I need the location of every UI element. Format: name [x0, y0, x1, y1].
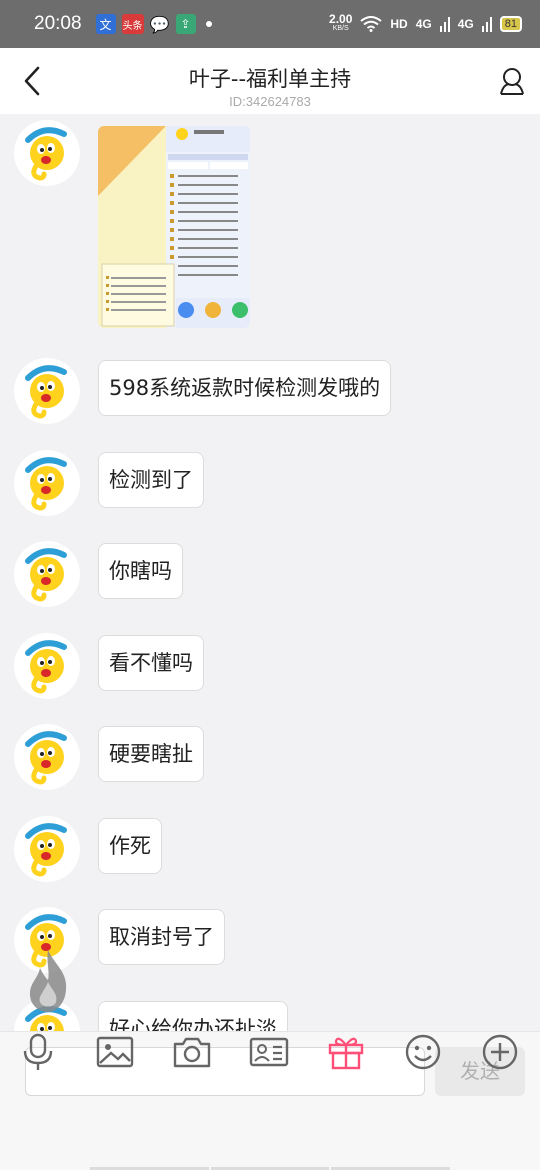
avatar[interactable] — [14, 633, 80, 699]
microphone-icon[interactable] — [18, 1032, 58, 1072]
avatar-cartoon-icon — [25, 823, 67, 877]
signal-bars-2-icon — [481, 17, 492, 32]
status-time: 20:08 — [34, 13, 82, 34]
user-profile-icon[interactable] — [498, 66, 526, 96]
avatar-cartoon-icon — [25, 548, 67, 602]
chat-header: 叶子--福利单主持 ID:342624783 — [0, 48, 540, 114]
avatar[interactable] — [14, 541, 80, 607]
avatar-cartoon-icon — [25, 365, 67, 419]
message-item: 硬要瞎扯 — [14, 724, 204, 790]
speed-unit: KB/S — [332, 25, 349, 32]
chat-user-id: ID:342624783 — [229, 94, 311, 109]
input-area: 发送 — [0, 1031, 540, 1170]
notification-app-icon: ⇪ — [175, 14, 196, 34]
avatar[interactable] — [14, 724, 80, 790]
message-item: 你瞎吗 — [14, 541, 183, 607]
emoji-icon[interactable] — [403, 1032, 443, 1072]
signal-1-label: 4G — [415, 17, 432, 31]
wifi-icon — [360, 16, 382, 32]
battery-indicator: 81 — [499, 16, 522, 32]
message-bubble[interactable]: 看不懂吗 — [98, 635, 204, 691]
contact-card-icon[interactable] — [249, 1032, 289, 1072]
network-speed: 2.00 KB/S — [329, 12, 353, 34]
speed-value: 2.00 — [329, 12, 353, 26]
screenshot-thumbnail — [98, 126, 250, 328]
notification-toutiao-icon: 头条 — [121, 14, 144, 34]
message-bubble[interactable]: 你瞎吗 — [98, 543, 183, 599]
signal-2-label: 4G — [457, 17, 474, 31]
signal-bars-1-icon — [439, 17, 450, 32]
notification-dot-icon — [205, 21, 212, 27]
hd-label: HD — [390, 17, 408, 31]
chat-title: 叶子--福利单主持 — [188, 67, 352, 91]
avatar-cartoon-icon — [25, 640, 67, 694]
notification-wen-icon: 文 — [95, 14, 116, 34]
message-list[interactable]: 598系统返款时候检测发哦的 检测到了 你瞎吗 看不懂吗 硬要瞎扯 作死 取消封… — [0, 114, 540, 1031]
message-bubble[interactable]: 作死 — [98, 818, 162, 874]
avatar[interactable] — [14, 450, 80, 516]
message-item — [14, 120, 250, 328]
image-message[interactable] — [98, 126, 250, 328]
avatar-cartoon-icon — [25, 127, 67, 181]
plus-icon[interactable] — [480, 1032, 520, 1072]
camera-icon[interactable] — [172, 1032, 212, 1072]
message-item: 看不懂吗 — [14, 633, 204, 699]
gift-icon[interactable] — [326, 1032, 366, 1072]
message-item: 598系统返款时候检测发哦的 — [14, 358, 392, 424]
message-bubble[interactable]: 598系统返款时候检测发哦的 — [98, 360, 392, 416]
notification-wechat-icon: 💬 — [149, 14, 170, 34]
message-bubble[interactable]: 硬要瞎扯 — [98, 726, 204, 782]
avatar[interactable] — [14, 358, 80, 424]
message-item: 检测到了 — [14, 450, 204, 516]
avatar[interactable] — [14, 120, 80, 186]
avatar-cartoon-icon — [25, 457, 67, 511]
status-right: 2.00 KB/S HD 4G 4G 81 — [329, 12, 522, 34]
flame-icon[interactable] — [24, 948, 72, 1014]
notification-icons: 文 头条 💬 ⇪ — [95, 14, 212, 34]
message-bubble[interactable]: 取消封号了 — [98, 909, 225, 965]
avatar[interactable] — [14, 816, 80, 882]
image-icon[interactable] — [95, 1032, 135, 1072]
avatar-cartoon-icon — [25, 731, 67, 785]
message-item: 作死 — [14, 816, 162, 882]
message-bubble[interactable]: 好心给你办还扯淡 — [98, 1001, 288, 1031]
status-bar: 20:08 文 头条 💬 ⇪ 2.00 KB/S HD 4G 4G 81 — [0, 0, 540, 48]
message-bubble[interactable]: 检测到了 — [98, 452, 204, 508]
